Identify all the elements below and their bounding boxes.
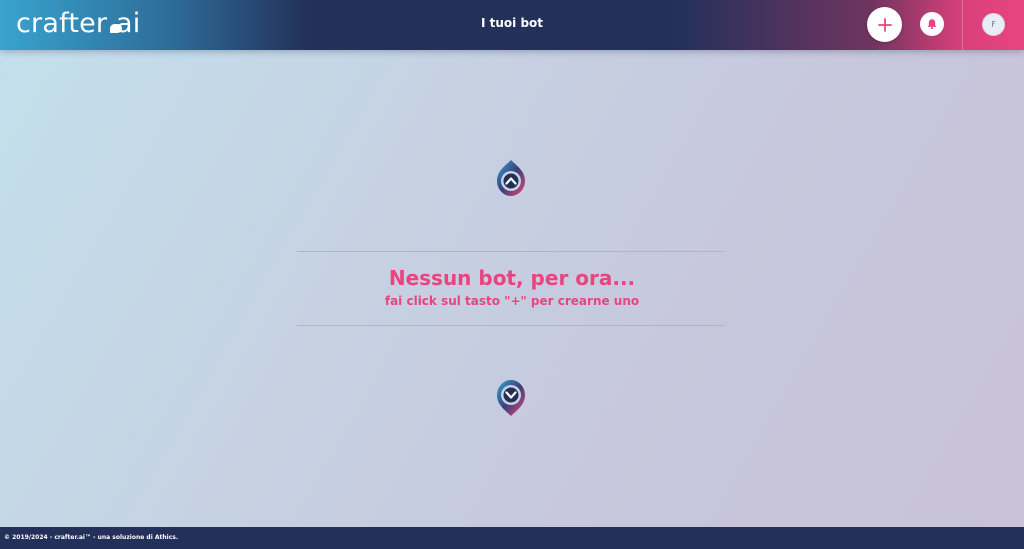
notifications-button[interactable]	[920, 12, 944, 36]
bell-icon	[927, 19, 937, 30]
footer-copyright: © 2019/2024 - crafter.ai™ - una soluzion…	[4, 534, 179, 541]
top-bar: crafter .ai I tuoi bot F	[0, 0, 1024, 50]
divider-bottom	[297, 325, 725, 326]
empty-state-title: Nessun bot, per ora...	[388, 266, 636, 290]
pin-chevron-up-icon[interactable]	[494, 158, 528, 198]
header-divider	[962, 0, 963, 50]
footer: © 2019/2024 - crafter.ai™ - una soluzion…	[0, 527, 1024, 549]
divider-top	[297, 251, 725, 252]
add-bot-button[interactable]	[867, 7, 902, 42]
plus-icon	[877, 17, 892, 32]
empty-state-subtitle: fai click sul tasto "+" per crearne uno	[384, 294, 640, 308]
pin-chevron-down-icon[interactable]	[494, 378, 528, 418]
user-avatar[interactable]: F	[982, 13, 1005, 36]
